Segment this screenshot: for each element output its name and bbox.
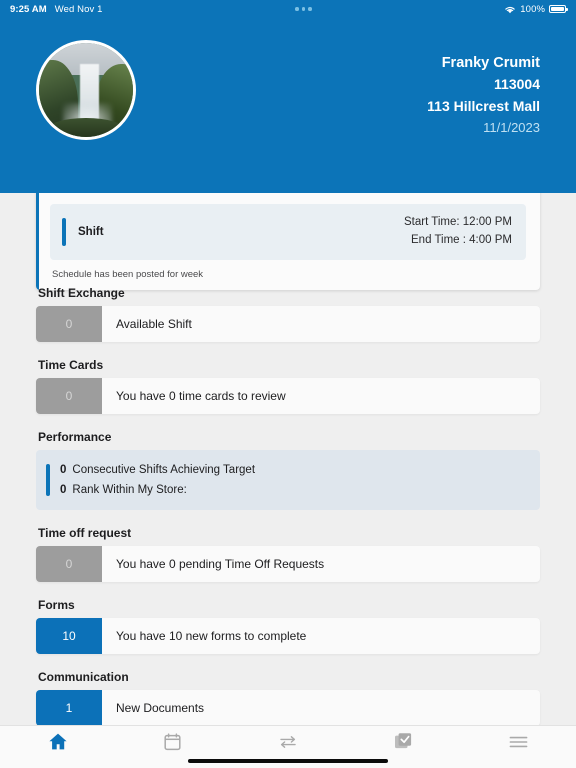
status-date: Wed Nov 1 bbox=[54, 3, 103, 15]
shift-end-time: End Time : 4:00 PM bbox=[411, 233, 512, 246]
tasks-checkbox-icon bbox=[394, 732, 413, 756]
current-date: 11/1/2023 bbox=[483, 119, 540, 135]
dot-3 bbox=[308, 7, 312, 11]
forms-text: You have 10 new forms to complete bbox=[116, 629, 307, 644]
section-performance: Performance 0 Consecutive Shifts Achievin… bbox=[36, 430, 540, 511]
profile-header: Franky Crumit 113004 113 Hillcrest Mall … bbox=[0, 18, 576, 193]
time-cards-row[interactable]: 0 You have 0 time cards to review bbox=[36, 378, 540, 414]
time-off-badge: 0 bbox=[36, 546, 102, 583]
performance-line-consecutive-shifts: 0 Consecutive Shifts Achieving Target bbox=[60, 460, 255, 480]
section-forms: Forms 10 You have 10 new forms to comple… bbox=[36, 598, 540, 655]
avatar[interactable] bbox=[36, 40, 136, 140]
shift-exchange-badge: 0 bbox=[36, 306, 102, 342]
time-cards-badge: 0 bbox=[36, 378, 102, 414]
shift-start-time: Start Time: 12:00 PM bbox=[403, 216, 512, 228]
shift-exchange-arrows-icon bbox=[278, 734, 298, 755]
sections-list: Shift Exchange 0 Available Shift Time Ca… bbox=[0, 286, 576, 725]
performance-card[interactable]: 0 Consecutive Shifts Achieving Target 0 Ra… bbox=[36, 450, 540, 511]
status-bar-right: 100% bbox=[504, 3, 568, 15]
performance-rank-label: Rank Within My Store: bbox=[72, 484, 187, 497]
section-title-time-cards: Time Cards bbox=[38, 358, 104, 372]
dot-2 bbox=[301, 7, 306, 11]
shift-row-left: Shift bbox=[50, 217, 404, 246]
section-time-cards: Time Cards 0 You have 0 time cards to re… bbox=[36, 358, 540, 414]
section-shift-exchange: Shift Exchange 0 Available Shift bbox=[36, 286, 540, 342]
calendar-icon bbox=[164, 732, 181, 756]
section-title-time-off: Time off request bbox=[38, 526, 132, 541]
home-indicator bbox=[188, 758, 388, 763]
performance-consecutive-label: Consecutive Shifts Achieving Target bbox=[72, 464, 256, 476]
section-title-communication: Communication bbox=[38, 670, 129, 685]
status-bar: 9:25 AM Wed Nov 1 100% bbox=[0, 0, 576, 18]
forms-badge: 10 bbox=[36, 618, 102, 655]
time-off-row[interactable]: 0 You have 0 pending Time Off Requests bbox=[36, 546, 540, 583]
dot-1 bbox=[295, 7, 299, 11]
performance-lines: 0 Consecutive Shifts Achieving Target 0 Ra… bbox=[60, 460, 255, 500]
status-bar-left: 9:25 AM Wed Nov 1 bbox=[10, 4, 103, 15]
employee-id: 113004 bbox=[494, 76, 540, 93]
user-name: Franky Crumit bbox=[441, 55, 540, 71]
dots-indicator bbox=[103, 7, 505, 11]
tab-menu[interactable] bbox=[461, 726, 576, 768]
shift-times: Start Time: 12:00 PM End Time : 4:00 PM bbox=[404, 214, 512, 250]
shift-row[interactable]: Shift Start Time: 12:00 PM End Time : 4:… bbox=[50, 204, 526, 260]
store-name: 113 Hillcrest Mall bbox=[427, 98, 540, 115]
bottom-tab-bar bbox=[0, 725, 576, 768]
performance-accent-bar bbox=[46, 464, 50, 497]
schedule-card[interactable]: Schedule 00:00Scheduled hours this week … bbox=[36, 193, 540, 290]
app-screen: 9:25 AM Wed Nov 1 100% Franky Crumit 113… bbox=[0, 0, 576, 768]
section-communication: Communication 1 New Documents bbox=[36, 670, 540, 725]
performance-consecutive-value: 0 bbox=[60, 464, 67, 476]
next-shift-text: Next Shift: Sun Nov 12 2023 bbox=[50, 193, 526, 196]
main-content: Schedule 00:00Scheduled hours this week … bbox=[0, 193, 576, 725]
wifi-icon bbox=[504, 5, 516, 14]
section-title-performance: Performance bbox=[38, 430, 112, 444]
user-info: Franky Crumit 113004 113 Hillcrest Mall … bbox=[427, 52, 540, 138]
communication-badge: 1 bbox=[36, 690, 102, 725]
time-cards-text: You have 0 time cards to review bbox=[116, 389, 286, 403]
communication-row[interactable]: 1 New Documents bbox=[36, 690, 540, 725]
section-time-off-request: Time off request 0 You have 0 pending Ti… bbox=[36, 526, 540, 583]
shift-exchange-text: Available Shift bbox=[116, 317, 192, 331]
section-title-forms: Forms bbox=[38, 598, 75, 613]
shift-label: Shift bbox=[78, 225, 104, 238]
battery-icon bbox=[549, 4, 568, 14]
status-time: 9:25 AM bbox=[10, 3, 47, 15]
shift-exchange-row[interactable]: 0 Available Shift bbox=[36, 306, 540, 342]
schedule-footer-note: Schedule has been posted for week bbox=[52, 268, 204, 280]
time-off-text: You have 0 pending Time Off Requests bbox=[116, 557, 325, 572]
forms-row[interactable]: 10 You have 10 new forms to complete bbox=[36, 618, 540, 655]
performance-rank-value: 0 bbox=[60, 484, 67, 497]
performance-line-rank: 0 Rank Within My Store: bbox=[60, 480, 255, 500]
communication-text: New Documents bbox=[116, 701, 205, 716]
shift-accent-bar bbox=[62, 217, 66, 246]
tab-home[interactable] bbox=[0, 726, 115, 768]
battery-percent: 100% bbox=[520, 3, 545, 15]
section-title-shift-exchange: Shift Exchange bbox=[38, 286, 125, 300]
home-icon bbox=[48, 732, 68, 756]
hamburger-menu-icon bbox=[509, 735, 528, 754]
avatar-waterfall-photo bbox=[39, 43, 133, 137]
